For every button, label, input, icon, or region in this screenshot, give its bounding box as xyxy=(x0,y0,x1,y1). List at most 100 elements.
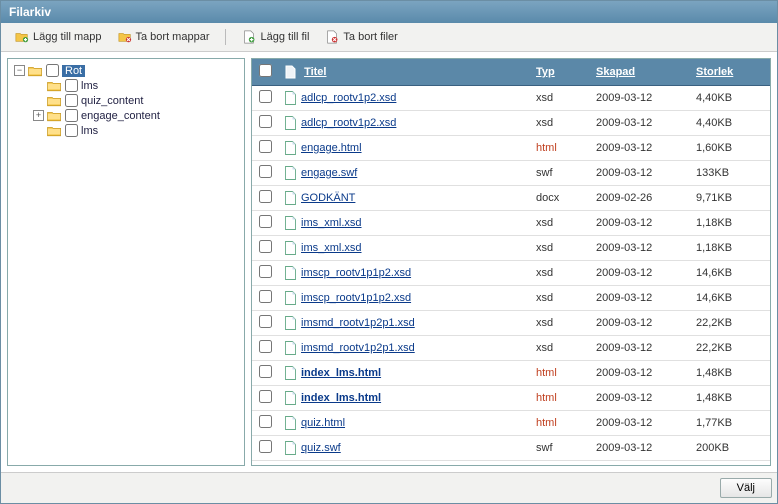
file-name-link[interactable]: engage.swf xyxy=(301,167,357,179)
file-type: xsd xyxy=(530,336,590,361)
row-checkbox[interactable] xyxy=(259,90,272,103)
table-row[interactable]: ims_xml.xsdxsd2009-03-121,18KB xyxy=(252,211,770,236)
tree-node-checkbox[interactable] xyxy=(65,124,78,137)
table-row[interactable]: adlcp_rootv1p2.xsdxsd2009-03-124,40KB xyxy=(252,111,770,136)
add-file-button[interactable]: Lägg till fil xyxy=(236,28,315,46)
select-all-checkbox[interactable] xyxy=(259,64,272,77)
add-folder-button[interactable]: Lägg till mapp xyxy=(9,28,108,46)
file-name-link[interactable]: quiz.html xyxy=(301,417,345,429)
tree-toggle-icon[interactable]: − xyxy=(14,65,25,76)
file-name-link[interactable]: adlcp_rootv1p2.xsd xyxy=(301,117,396,129)
tree-node[interactable]: lms xyxy=(30,78,240,93)
row-checkbox[interactable] xyxy=(259,240,272,253)
file-date: 2009-03-12 xyxy=(590,136,690,161)
file-name-link[interactable]: imscp_rootv1p1p2.xsd xyxy=(301,267,411,279)
file-type: swf xyxy=(530,161,590,186)
tree-node-checkbox[interactable] xyxy=(46,64,59,77)
tree-label[interactable]: Rot xyxy=(62,65,85,77)
file-list-panel: Titel Typ Skapad Storlek adlcp_rootv1p2.… xyxy=(251,58,771,466)
row-checkbox[interactable] xyxy=(259,265,272,278)
file-name-link[interactable]: GODKÄNT xyxy=(301,192,355,204)
file-icon xyxy=(284,316,297,330)
file-archive-window: Filarkiv Lägg till mapp Ta bort mappar L… xyxy=(0,0,778,504)
file-date: 2009-03-12 xyxy=(590,261,690,286)
tree-label[interactable]: lms xyxy=(81,125,98,137)
tree-node[interactable]: + engage_content xyxy=(30,108,240,123)
remove-folders-button[interactable]: Ta bort mappar xyxy=(112,28,216,46)
row-checkbox[interactable] xyxy=(259,215,272,228)
header-size[interactable]: Storlek xyxy=(690,59,770,86)
file-name-link[interactable]: index_lms.html xyxy=(301,392,381,404)
remove-files-button[interactable]: Ta bort filer xyxy=(319,28,403,46)
select-button[interactable]: Välj xyxy=(720,478,772,498)
file-icon xyxy=(284,166,297,180)
tree-label[interactable]: lms xyxy=(81,80,98,92)
tree-node-checkbox[interactable] xyxy=(65,109,78,122)
file-name-link[interactable]: imsmd_rootv1p2p1.xsd xyxy=(301,342,415,354)
add-file-label: Lägg till fil xyxy=(260,31,309,43)
header-type[interactable]: Typ xyxy=(530,59,590,86)
row-checkbox[interactable] xyxy=(259,115,272,128)
header-title[interactable]: Titel xyxy=(278,59,530,86)
table-row[interactable]: imscp_rootv1p1p2.xsdxsd2009-03-1214,6KB xyxy=(252,286,770,311)
file-size: 133KB xyxy=(690,161,770,186)
file-date: 2009-03-12 xyxy=(590,286,690,311)
row-checkbox[interactable] xyxy=(259,415,272,428)
table-row[interactable]: engage.swfswf2009-03-12133KB xyxy=(252,161,770,186)
file-date: 2009-03-12 xyxy=(590,386,690,411)
file-type: html xyxy=(530,386,590,411)
file-date: 2009-03-12 xyxy=(590,111,690,136)
file-size: 14,6KB xyxy=(690,286,770,311)
table-row[interactable]: imsmd_rootv1p2p1.xsdxsd2009-03-1222,2KB xyxy=(252,311,770,336)
table-row[interactable]: imsmd_rootv1p2p1.xsdxsd2009-03-1222,2KB xyxy=(252,336,770,361)
table-row[interactable]: index_lms.htmlhtml2009-03-121,48KB xyxy=(252,386,770,411)
file-header-icon xyxy=(284,65,297,79)
header-created[interactable]: Skapad xyxy=(590,59,690,86)
row-checkbox[interactable] xyxy=(259,140,272,153)
row-checkbox[interactable] xyxy=(259,440,272,453)
file-type: xsd xyxy=(530,261,590,286)
row-checkbox[interactable] xyxy=(259,290,272,303)
file-name-link[interactable]: imscp_rootv1p1p2.xsd xyxy=(301,292,411,304)
file-icon xyxy=(284,366,297,380)
folder-icon xyxy=(47,95,62,107)
window-title: Filarkiv xyxy=(1,1,777,23)
table-row[interactable]: quiz.swfswf2009-03-12200KB xyxy=(252,436,770,461)
tree-node-checkbox[interactable] xyxy=(65,79,78,92)
file-type: xsd xyxy=(530,236,590,261)
row-checkbox[interactable] xyxy=(259,340,272,353)
row-checkbox[interactable] xyxy=(259,190,272,203)
table-row[interactable]: adlcp_rootv1p2.xsdxsd2009-03-124,40KB xyxy=(252,86,770,111)
file-name-link[interactable]: ims_xml.xsd xyxy=(301,217,362,229)
file-name-link[interactable]: index_lms.html xyxy=(301,367,381,379)
file-type: html xyxy=(530,361,590,386)
tree-label[interactable]: engage_content xyxy=(81,110,160,122)
file-name-link[interactable]: adlcp_rootv1p2.xsd xyxy=(301,92,396,104)
row-checkbox[interactable] xyxy=(259,390,272,403)
table-row[interactable]: GODKÄNTdocx2009-02-269,71KB xyxy=(252,186,770,211)
tree-label[interactable]: quiz_content xyxy=(81,95,143,107)
folder-remove-icon xyxy=(118,30,132,44)
row-checkbox[interactable] xyxy=(259,165,272,178)
table-row[interactable]: ims_xml.xsdxsd2009-03-121,18KB xyxy=(252,236,770,261)
table-row[interactable]: quiz.htmlhtml2009-03-121,77KB xyxy=(252,411,770,436)
file-name-link[interactable]: imsmd_rootv1p2p1.xsd xyxy=(301,317,415,329)
tree-node[interactable]: quiz_content xyxy=(30,93,240,108)
table-row[interactable]: index_lms.htmlhtml2009-03-121,48KB xyxy=(252,361,770,386)
file-name-link[interactable]: engage.html xyxy=(301,142,362,154)
file-date: 2009-03-12 xyxy=(590,211,690,236)
tree-toggle-icon[interactable]: + xyxy=(33,110,44,121)
table-row[interactable]: engage.htmlhtml2009-03-121,60KB xyxy=(252,136,770,161)
tree-node-checkbox[interactable] xyxy=(65,94,78,107)
tree-node-root[interactable]: − Rot xyxy=(14,63,240,78)
file-name-link[interactable]: ims_xml.xsd xyxy=(301,242,362,254)
file-list-scroll[interactable]: Titel Typ Skapad Storlek adlcp_rootv1p2.… xyxy=(252,59,770,465)
file-date: 2009-03-12 xyxy=(590,86,690,111)
row-checkbox[interactable] xyxy=(259,315,272,328)
table-row[interactable]: imscp_rootv1p1p2.xsdxsd2009-03-1214,6KB xyxy=(252,261,770,286)
file-name-link[interactable]: quiz.swf xyxy=(301,442,341,454)
tree-spacer xyxy=(33,125,44,136)
tree-node[interactable]: lms xyxy=(30,123,240,138)
row-checkbox[interactable] xyxy=(259,365,272,378)
file-remove-icon xyxy=(325,30,339,44)
